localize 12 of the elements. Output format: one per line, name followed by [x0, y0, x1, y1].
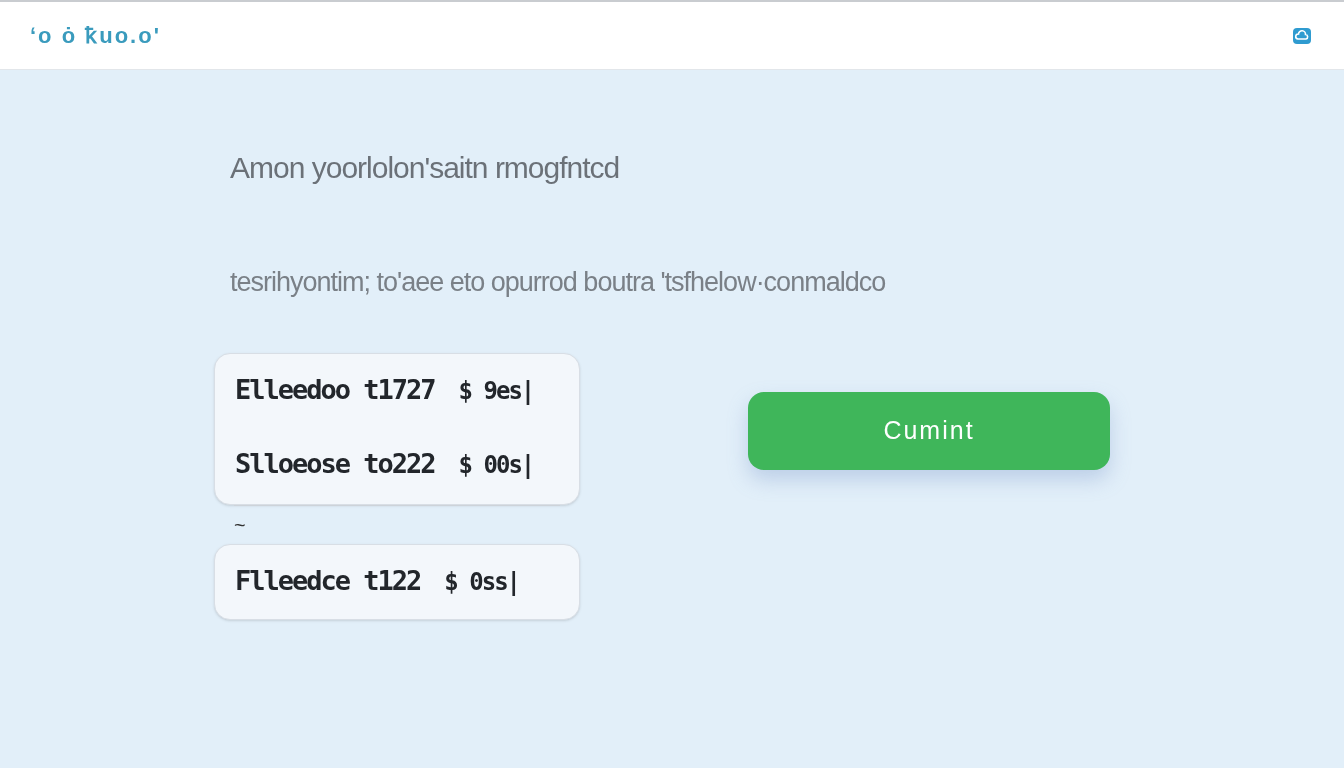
order-name: Slloeose to222	[235, 447, 435, 482]
submit-button[interactable]: Cumint	[748, 391, 1110, 470]
description-text: tesrihyontim; to'aee eto opurrod boutra 'tsfhelow·conmaldco	[230, 266, 887, 299]
order-price: $ 9es|	[458, 375, 534, 407]
order-price: $ 00s|	[458, 449, 534, 481]
tilde-mark: ~	[234, 512, 246, 538]
page-heading: Amon yoorlolon'saitn rmogfntcd	[230, 150, 621, 186]
order-name: Elleedoo t1727	[235, 373, 435, 408]
cloud-icon[interactable]	[1293, 27, 1311, 44]
order-price: $ 0ss|	[444, 566, 520, 598]
order-name: Flleedce t122	[235, 564, 421, 599]
logo[interactable]: ʻo ȯ ꝁuo.o'	[30, 19, 161, 52]
